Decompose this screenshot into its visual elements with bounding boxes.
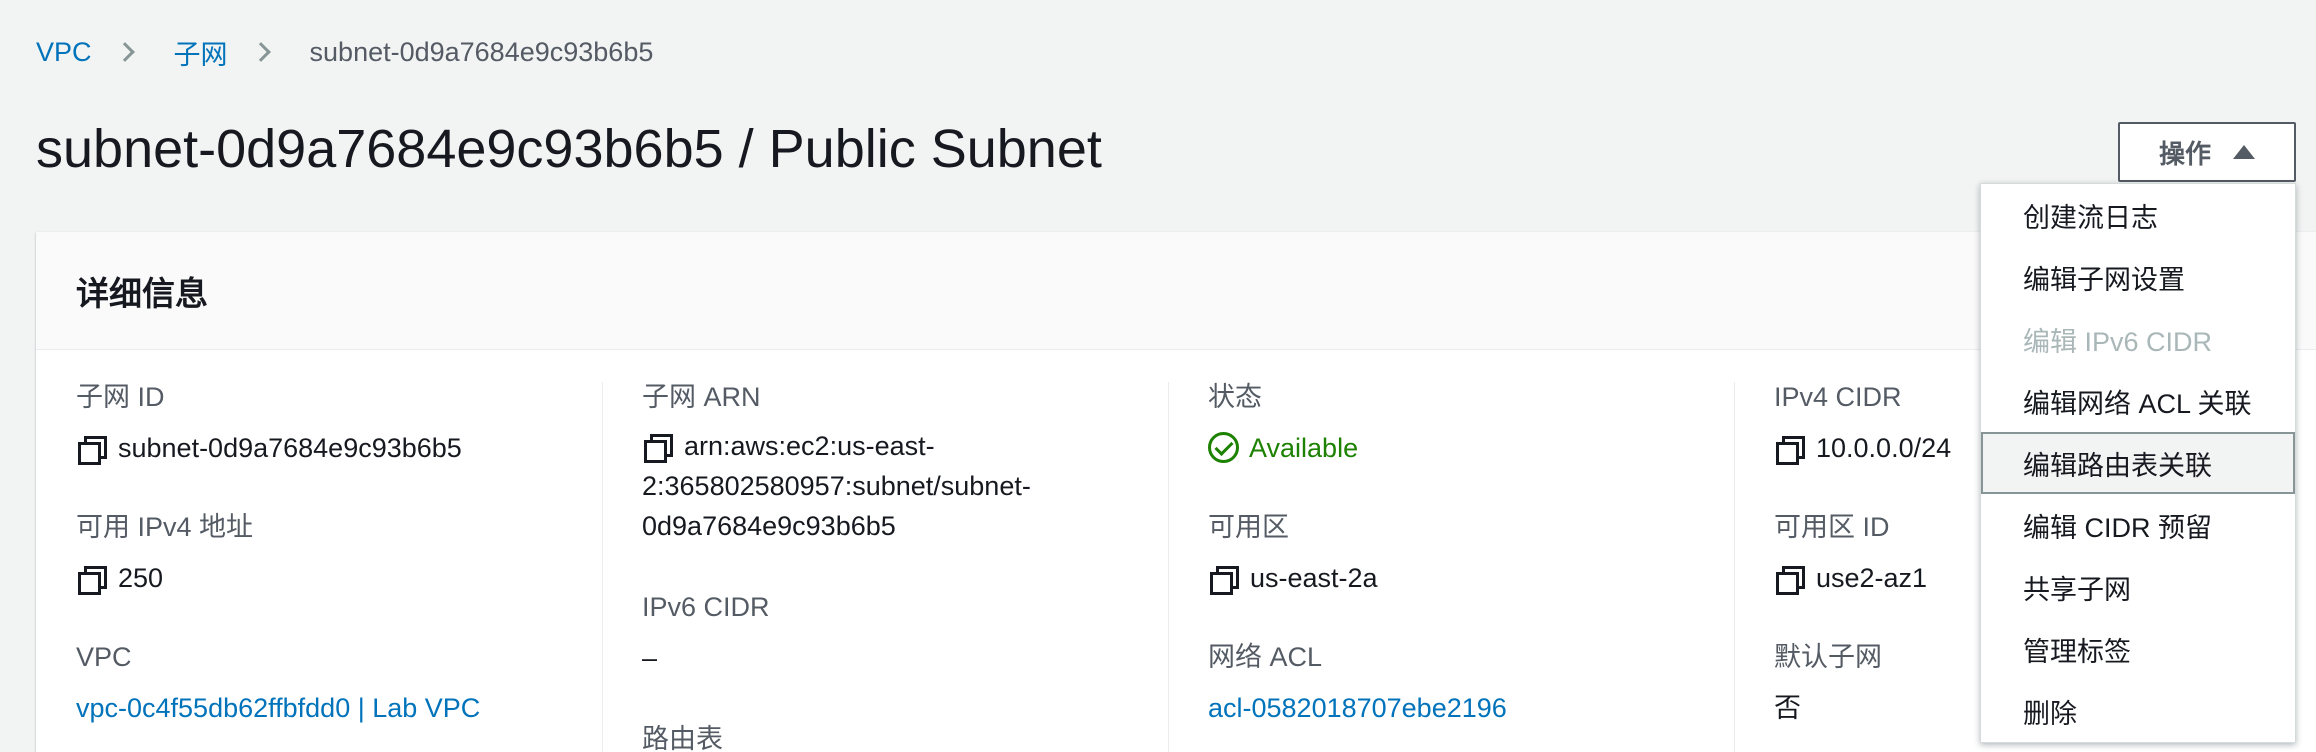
field-vpc: VPC vpc-0c4f55db62ffbfdd0 | Lab VPC bbox=[76, 640, 480, 728]
ipv4-cidr-value: 10.0.0.0/24 bbox=[1816, 433, 1952, 463]
field-value: 0d9a7684e9c93b6b5 bbox=[642, 506, 1031, 546]
field-subnet-id: 子网 ID subnet-0d9a7684e9c93b6b5 bbox=[76, 380, 462, 468]
field-value: acl-0582018707ebe2196 bbox=[1208, 688, 1507, 728]
details-column-2: 子网 ARN arn:aws:ec2:us-east- 2:3658025809… bbox=[642, 380, 1162, 752]
chevron-right-icon bbox=[250, 42, 271, 62]
field-label: 网络 ACL bbox=[1208, 642, 1323, 672]
field-subnet-arn: 子网 ARN arn:aws:ec2:us-east- 2:3658025809… bbox=[642, 380, 1031, 546]
field-availability-zone: 可用区 us-east-2a bbox=[1208, 510, 1378, 598]
actions-button[interactable]: 操作 bbox=[2118, 122, 2296, 182]
copy-icon[interactable] bbox=[76, 428, 107, 468]
field-value: use2-az1 bbox=[1774, 558, 1927, 598]
menu-item-edit-subnet-settings[interactable]: 编辑子网设置 bbox=[1981, 246, 2295, 308]
field-value: Available bbox=[1208, 428, 1358, 468]
menu-item-edit-ipv6-cidr: 编辑 IPv6 CIDR bbox=[2023, 326, 2213, 357]
field-label: 子网 ID bbox=[76, 382, 165, 412]
field-ipv4-cidr: IPv4 CIDR 10.0.0.0/24 bbox=[1774, 380, 1951, 468]
field-availability-zone-id: 可用区 ID use2-az1 bbox=[1774, 510, 1927, 598]
field-default-subnet: 默认子网 否 bbox=[1774, 640, 1882, 728]
breadcrumb-current: subnet-0d9a7684e9c93b6b5 bbox=[309, 36, 654, 67]
details-column-1: 子网 ID subnet-0d9a7684e9c93b6b5 可用 IPv4 地… bbox=[76, 380, 596, 752]
menu-item-edit-route-table-association[interactable]: 编辑路由表关联 bbox=[1981, 432, 2295, 494]
field-label: 可用区 bbox=[1208, 512, 1289, 542]
copy-icon[interactable] bbox=[1774, 428, 1805, 468]
details-panel: 详细信息 子网 ID subnet-0d9a7684e9c93b6b5 可用 I… bbox=[36, 232, 2316, 752]
field-label: 可用 IPv4 地址 bbox=[76, 512, 254, 542]
availability-zone-value: us-east-2a bbox=[1250, 563, 1378, 593]
column-divider bbox=[602, 382, 603, 752]
actions-menu: 创建流日志 编辑子网设置 编辑 IPv6 CIDR 编辑网络 ACL 关联 编辑… bbox=[1980, 183, 2296, 743]
column-divider bbox=[1734, 382, 1735, 752]
menu-item-manage-tags[interactable]: 管理标签 bbox=[1981, 618, 2295, 680]
field-value: subnet-0d9a7684e9c93b6b5 bbox=[76, 428, 462, 468]
breadcrumb-subnets[interactable]: 子网 bbox=[174, 33, 228, 72]
column-divider bbox=[1168, 382, 1169, 752]
menu-item-delete[interactable]: 删除 bbox=[1981, 680, 2295, 742]
details-header: 详细信息 bbox=[36, 232, 2316, 350]
field-value: – bbox=[642, 638, 770, 678]
copy-icon[interactable] bbox=[1208, 558, 1239, 598]
menu-item-edit-network-acl-association[interactable]: 编辑网络 ACL 关联 bbox=[1981, 370, 2295, 432]
field-label: 路由表 bbox=[642, 724, 723, 752]
field-ipv6-cidr: IPv6 CIDR – bbox=[642, 590, 770, 678]
ipv6-cidr-value: – bbox=[642, 643, 658, 673]
copy-icon[interactable] bbox=[642, 426, 673, 466]
vpc-link[interactable]: vpc-0c4f55db62ffbfdd0 | Lab VPC bbox=[76, 688, 480, 728]
chevron-right-icon bbox=[114, 42, 135, 62]
field-label: 状态 bbox=[1208, 382, 1262, 412]
default-subnet-value: 否 bbox=[1774, 693, 1801, 723]
field-label: 可用区 ID bbox=[1774, 512, 1890, 542]
copy-icon[interactable] bbox=[1774, 558, 1805, 598]
field-value: vpc-0c4f55db62ffbfdd0 | Lab VPC bbox=[76, 688, 480, 728]
copy-icon[interactable] bbox=[76, 558, 107, 598]
menu-item-edit-cidr-reservations[interactable]: 编辑 CIDR 预留 bbox=[1981, 494, 2295, 556]
field-value: 250 bbox=[76, 558, 253, 598]
field-state: 状态 Available bbox=[1208, 380, 1358, 468]
subnet-arn-line-1: arn:aws:ec2:us-east- bbox=[684, 431, 935, 461]
field-label: IPv6 CIDR bbox=[642, 592, 770, 622]
menu-item-create-flow-log[interactable]: 创建流日志 bbox=[1981, 184, 2295, 246]
subnet-arn-line-2: 2:365802580957:subnet/subnet- bbox=[642, 471, 1031, 501]
field-value: arn:aws:ec2:us-east- bbox=[642, 426, 1031, 466]
field-available-ipv4: 可用 IPv4 地址 250 bbox=[76, 510, 253, 598]
field-value: 2:365802580957:subnet/subnet- bbox=[642, 466, 1031, 506]
available-ipv4-value: 250 bbox=[118, 563, 164, 593]
page-root: VPC 子网 subnet-0d9a7684e9c93b6b5 subnet-0… bbox=[0, 0, 2316, 752]
field-value: 10.0.0.0/24 bbox=[1774, 428, 1951, 468]
subnet-arn-line-3: 0d9a7684e9c93b6b5 bbox=[642, 511, 896, 541]
breadcrumb-vpc[interactable]: VPC bbox=[36, 37, 92, 68]
field-label: 子网 ARN bbox=[642, 382, 761, 412]
subnet-id-value: subnet-0d9a7684e9c93b6b5 bbox=[118, 433, 462, 463]
actions-button-label: 操作 bbox=[2158, 138, 2211, 169]
field-label: IPv4 CIDR bbox=[1774, 382, 1902, 412]
field-value: 否 bbox=[1774, 688, 1882, 728]
state-value: Available bbox=[1249, 433, 1359, 463]
field-label: 默认子网 bbox=[1774, 642, 1882, 672]
check-circle-icon bbox=[1208, 432, 1239, 463]
field-label: VPC bbox=[76, 642, 132, 672]
details-title: 详细信息 bbox=[76, 274, 208, 312]
menu-item-share-subnet[interactable]: 共享子网 bbox=[1981, 556, 2295, 618]
details-column-3: 状态 Available 可用区 us-east-2a 网络 ACL acl-0… bbox=[1208, 380, 1728, 752]
caret-up-icon bbox=[2233, 145, 2255, 159]
field-network-acl: 网络 ACL acl-0582018707ebe2196 bbox=[1208, 640, 1507, 728]
availability-zone-id-value: use2-az1 bbox=[1816, 563, 1928, 593]
network-acl-link[interactable]: acl-0582018707ebe2196 bbox=[1208, 688, 1507, 728]
field-route-table: 路由表 bbox=[642, 722, 723, 752]
breadcrumb: VPC 子网 subnet-0d9a7684e9c93b6b5 bbox=[36, 34, 653, 70]
field-value: us-east-2a bbox=[1208, 558, 1378, 598]
page-title: subnet-0d9a7684e9c93b6b5 / Public Subnet bbox=[36, 119, 1102, 179]
